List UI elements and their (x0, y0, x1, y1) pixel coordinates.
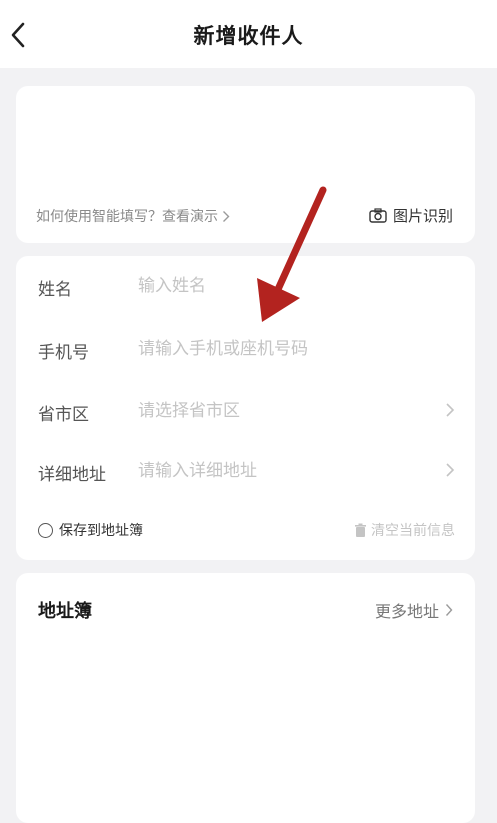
save-to-address-book-label: 保存到地址簿 (59, 523, 143, 539)
more-addresses-label: 更多地址 (374, 602, 439, 621)
address-label: 详细地址 (38, 465, 106, 485)
address-book-card: 地址簿 更多地址 (16, 573, 475, 823)
phone-label: 手机号 (38, 343, 89, 363)
address-book-title: 地址簿 (38, 601, 92, 622)
recipient-form-card: 姓名 手机号 省市区 详细地址 保存到地址簿 清空当前信息 (16, 256, 475, 560)
chevron-right-icon (223, 210, 230, 222)
smart-fill-hint-text: 如何使用智能填写？查看演示 (36, 209, 218, 225)
address-row[interactable]: 详细地址 (16, 442, 475, 502)
photo-recognition-label: 图片识别 (392, 207, 453, 225)
trash-icon (355, 523, 366, 537)
navigation-bar: 新增收件人 (0, 0, 497, 68)
more-addresses-link[interactable]: 更多地址 (375, 598, 453, 622)
clear-info-label: 清空当前信息 (371, 523, 455, 539)
page-title: 新增收件人 (193, 24, 304, 48)
save-to-address-book-option[interactable]: 保存到地址簿 (38, 520, 143, 540)
address-input[interactable] (138, 455, 428, 487)
phone-row[interactable]: 手机号 (16, 320, 475, 380)
region-select[interactable] (138, 395, 428, 427)
phone-input[interactable] (138, 333, 428, 365)
chevron-right-icon (446, 403, 455, 417)
region-row[interactable]: 省市区 (16, 382, 475, 442)
smart-fill-demo-link[interactable]: 如何使用智能填写？查看演示 (36, 206, 230, 226)
clear-info-button[interactable]: 清空当前信息 (354, 520, 455, 540)
smart-fill-card[interactable]: 如何使用智能填写？查看演示 图片识别 (16, 86, 475, 243)
chevron-right-icon (446, 463, 455, 477)
region-label: 省市区 (38, 405, 89, 425)
name-label: 姓名 (38, 280, 72, 300)
name-input[interactable] (138, 270, 428, 302)
radio-unchecked-icon[interactable] (38, 522, 53, 538)
chevron-right-icon (445, 604, 453, 616)
name-row[interactable]: 姓名 (16, 257, 475, 317)
photo-recognition-button[interactable]: 图片识别 (369, 205, 453, 226)
camera-icon (369, 208, 387, 223)
